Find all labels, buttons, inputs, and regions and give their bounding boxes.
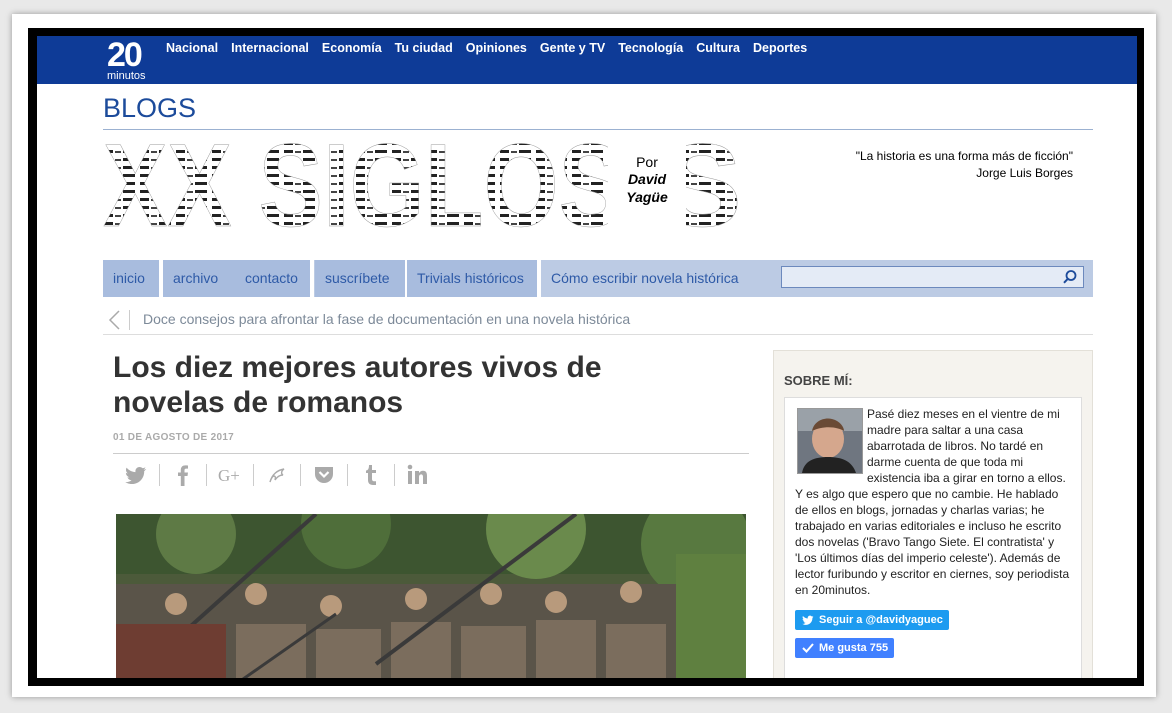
author-photo — [798, 409, 862, 473]
top-navigation-bar: 20 minutos Nacional Internacional Econom… — [37, 36, 1137, 84]
menu-item-inicio[interactable]: inicio — [103, 260, 159, 297]
sidebar-heading: SOBRE MÍ: — [784, 373, 853, 388]
meneame-icon[interactable] — [264, 462, 290, 488]
author-last-name: Yagüe — [626, 189, 668, 205]
nav-item-cultura[interactable]: Cultura — [696, 41, 740, 55]
previous-post-link[interactable]: Doce consejos para afrontar la fase de d… — [103, 306, 1093, 335]
nav-item-internacional[interactable]: Internacional — [231, 41, 309, 55]
menu-item-archivo[interactable]: archivo — [163, 260, 236, 297]
twitter-follow-label: Seguir a @davidyaguec — [819, 614, 943, 626]
article-title: Los diez mejores autores vivos de novela… — [113, 351, 602, 419]
blog-menu: inicio archivo contacto suscríbete Trivi… — [103, 260, 1093, 297]
nav-item-gente-y-tv[interactable]: Gente y TV — [540, 41, 605, 55]
share-bar: G+ — [113, 462, 441, 488]
share-separator — [394, 464, 395, 486]
facebook-icon[interactable] — [170, 462, 196, 488]
share-separator — [206, 464, 207, 486]
nav-item-deportes[interactable]: Deportes — [753, 41, 807, 55]
menu-item-trivials[interactable]: Trivials históricos — [407, 260, 539, 297]
menu-item-suscribete[interactable]: suscríbete — [315, 260, 407, 297]
search-icon[interactable] — [1062, 269, 1078, 285]
quote-text: "La historia es una forma más de ficción… — [855, 149, 1073, 163]
quote-author: Jorge Luis Borges — [976, 166, 1073, 180]
google-plus-icon[interactable]: G+ — [217, 462, 243, 488]
header-divider — [103, 129, 1093, 130]
share-separator — [253, 464, 254, 486]
by-label: Por — [636, 154, 658, 170]
chevron-left-icon[interactable] — [105, 308, 125, 332]
checkmark-icon — [802, 643, 814, 653]
previous-post-title[interactable]: Doce consejos para afrontar la fase de d… — [143, 311, 630, 327]
article-image — [116, 514, 746, 678]
linkedin-icon[interactable] — [405, 462, 431, 488]
sidebar-about: SOBRE MÍ: Pasé diez meses en el vientre … — [773, 350, 1093, 678]
pocket-icon[interactable] — [311, 462, 337, 488]
twitter-follow-button[interactable]: Seguir a @davidyaguec — [795, 610, 949, 630]
article-divider — [113, 453, 749, 454]
share-separator — [347, 464, 348, 486]
menu-separator — [310, 260, 314, 297]
about-box: Pasé diez meses en el vientre de mi madr… — [784, 397, 1082, 678]
menu-item-contacto[interactable]: contacto — [235, 260, 311, 297]
main-nav: Nacional Internacional Economía Tu ciuda… — [166, 41, 807, 55]
nav-item-economia[interactable]: Economía — [322, 41, 382, 55]
masthead-title-text: XX SIGLOS — [103, 132, 623, 232]
share-separator — [159, 464, 160, 486]
author-first-name: David — [627, 171, 667, 187]
nav-item-nacional[interactable]: Nacional — [166, 41, 218, 55]
nav-item-tu-ciudad[interactable]: Tu ciudad — [395, 41, 453, 55]
blogs-section-label[interactable]: BLOGS — [103, 93, 196, 124]
author-byline: Por David Yagüe — [612, 154, 682, 206]
breadcrumb-divider — [129, 310, 130, 330]
avatar — [797, 408, 863, 474]
menu-item-como-escribir[interactable]: Cómo escribir novela histórica — [541, 260, 759, 297]
logo-number: 20 — [107, 36, 143, 74]
share-separator — [300, 464, 301, 486]
article-date: 01 DE AGOSTO DE 2017 — [113, 432, 235, 443]
tumblr-icon[interactable] — [358, 462, 384, 488]
page: 20 minutos Nacional Internacional Econom… — [37, 36, 1137, 678]
facebook-like-label: Me gusta 755 — [819, 642, 889, 654]
logo-sub: minutos — [107, 70, 146, 82]
nav-item-opiniones[interactable]: Opiniones — [466, 41, 527, 55]
facebook-like-button[interactable]: Me gusta 755 — [795, 638, 895, 658]
header-quote: "La historia es una forma más de ficción… — [856, 148, 1073, 182]
twitter-icon[interactable] — [123, 462, 149, 488]
roman-soldiers-photo — [116, 514, 746, 678]
site-logo[interactable]: 20 minutos — [107, 38, 155, 82]
twitter-icon — [802, 615, 814, 625]
svg-text:G+: G+ — [218, 466, 240, 485]
search-input[interactable] — [781, 266, 1084, 288]
nav-item-tecnologia[interactable]: Tecnología — [618, 41, 683, 55]
